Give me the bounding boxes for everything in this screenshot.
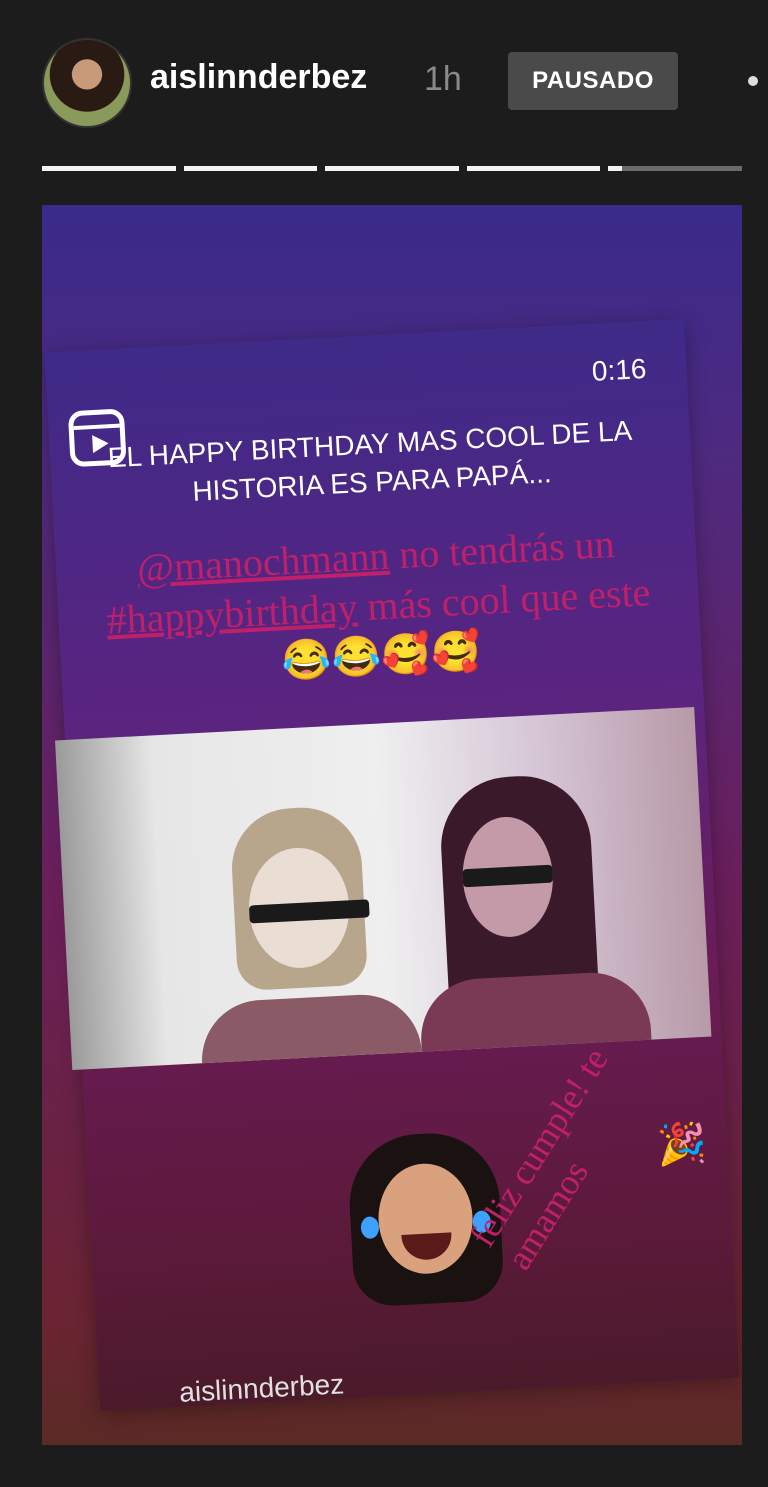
- hashtag-link[interactable]: #happybirthday: [105, 584, 358, 642]
- time-ago: 1h: [424, 60, 462, 98]
- paused-button[interactable]: PAUSADO: [508, 52, 678, 110]
- story-caption-text: @manochmann no tendrás un #happybirthday…: [75, 516, 682, 697]
- progress-segment: [183, 166, 318, 171]
- child-figure: [198, 803, 424, 1071]
- reel-watermark: aislinnderbez: [178, 1368, 345, 1408]
- caption-part2: más cool que este: [356, 569, 652, 630]
- story-progress: [42, 166, 742, 172]
- party-popper-icon: 🎉: [655, 1119, 708, 1169]
- progress-segment: [466, 166, 601, 171]
- reel-duration: 0:16: [591, 353, 648, 387]
- mention-link[interactable]: @manochmann: [136, 533, 390, 591]
- caption-emojis: 😂😂🥰🥰: [280, 628, 482, 684]
- username[interactable]: aislinnderbez: [150, 58, 367, 97]
- profile-avatar[interactable]: [42, 38, 132, 128]
- more-options-icon[interactable]: [748, 76, 758, 86]
- progress-segment: [325, 166, 459, 171]
- story-content[interactable]: 0:16 EL HAPPY BIRTHDAY MAS COOL DE LA HI…: [42, 205, 742, 1445]
- reel-card[interactable]: 0:16 EL HAPPY BIRTHDAY MAS COOL DE LA HI…: [44, 318, 740, 1412]
- reel-caption: EL HAPPY BIRTHDAY MAS COOL DE LA HISTORI…: [107, 414, 633, 507]
- progress-segment-current: [608, 166, 742, 171]
- caption-part1: no tendrás un: [388, 520, 616, 578]
- progress-segment: [42, 166, 176, 171]
- story-header: aislinnderbez 1h PAUSADO: [0, 0, 768, 160]
